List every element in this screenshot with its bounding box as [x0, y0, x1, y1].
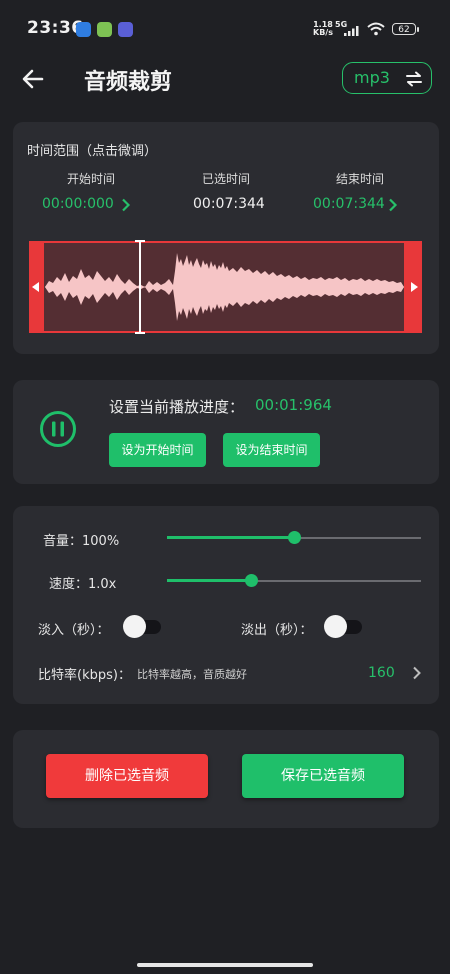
- set-start-time-button[interactable]: 设为开始时间: [109, 433, 206, 467]
- format-selector-button[interactable]: mp3: [342, 62, 432, 94]
- fade-out-label: 淡出（秒）：: [241, 623, 313, 638]
- start-time-value: 00:00:000: [42, 196, 114, 212]
- home-indicator[interactable]: [137, 963, 313, 967]
- right-handle-arrow-icon: [411, 282, 418, 292]
- notification-app-icon: [118, 22, 133, 37]
- notification-app-icon: [97, 22, 112, 37]
- playhead-cursor[interactable]: [135, 240, 145, 334]
- playback-progress-label: 设置当前播放进度：: [109, 398, 245, 416]
- set-end-time-button[interactable]: 设为结束时间: [223, 433, 320, 467]
- save-selected-audio-button[interactable]: 保存已选音频: [242, 754, 404, 798]
- end-time-button[interactable]: 00:07:344: [313, 196, 413, 216]
- end-time-value: 00:07:344: [313, 196, 385, 212]
- selection-border-top: [29, 241, 422, 243]
- end-time-label: 结束时间: [336, 172, 385, 186]
- start-time-label: 开始时间: [67, 172, 116, 186]
- delete-selected-audio-button[interactable]: 删除已选音频: [46, 754, 208, 798]
- waveform-selection[interactable]: [29, 241, 422, 333]
- selected-time-label: 已选时间: [202, 172, 251, 186]
- page-title: 音频裁剪: [84, 70, 173, 95]
- volume-slider[interactable]: [167, 530, 421, 546]
- back-arrow-icon[interactable]: [20, 66, 46, 92]
- volume-slider-fill: [167, 536, 294, 539]
- bitrate-value: 160: [368, 665, 395, 681]
- chevron-right-icon: [413, 666, 421, 680]
- format-label: mp3: [354, 68, 390, 87]
- signal-icon: [344, 26, 359, 36]
- playhead-marker: [135, 240, 145, 334]
- speed-slider-thumb[interactable]: [245, 574, 258, 587]
- speed-label: 速度：1.0x: [49, 577, 117, 592]
- right-trim-handle[interactable]: [404, 241, 422, 333]
- bitrate-row[interactable]: 比特率(kbps)： 比特率越高，音质越好 160: [38, 658, 428, 688]
- swap-icon: [406, 71, 422, 87]
- left-trim-handle[interactable]: [29, 241, 44, 333]
- chevron-right-icon: [122, 198, 131, 212]
- fade-in-toggle-thumb: [123, 615, 146, 638]
- pause-icon[interactable]: [39, 410, 77, 448]
- fade-out-toggle[interactable]: [324, 614, 364, 640]
- notification-app-icon: [76, 22, 91, 37]
- fade-in-toggle[interactable]: [123, 614, 163, 640]
- chevron-right-icon: [389, 198, 398, 212]
- fade-in-label: 淡入（秒）：: [38, 623, 110, 638]
- waveform-graphic: [45, 253, 404, 321]
- selection-border-bottom: [29, 331, 422, 333]
- battery-icon: 62: [392, 23, 419, 35]
- speed-slider-fill: [167, 579, 251, 582]
- time-range-label: 时间范围（点击微调）: [27, 144, 158, 159]
- network-speed: 1.18 KB/s: [313, 20, 333, 37]
- bitrate-label: 比特率(kbps)：: [38, 668, 131, 683]
- fade-out-toggle-thumb: [324, 615, 347, 638]
- bitrate-hint: 比特率越高，音质越好: [137, 668, 247, 681]
- wifi-icon: [367, 22, 385, 36]
- volume-slider-thumb[interactable]: [288, 531, 301, 544]
- speed-slider[interactable]: [167, 573, 421, 589]
- playback-progress-value: 00:01:964: [255, 396, 332, 414]
- start-time-button[interactable]: 00:00:000: [42, 196, 142, 216]
- left-handle-arrow-icon: [32, 282, 39, 292]
- volume-label: 音量：100%: [43, 534, 120, 549]
- selected-time-value: 00:07:344: [193, 196, 265, 212]
